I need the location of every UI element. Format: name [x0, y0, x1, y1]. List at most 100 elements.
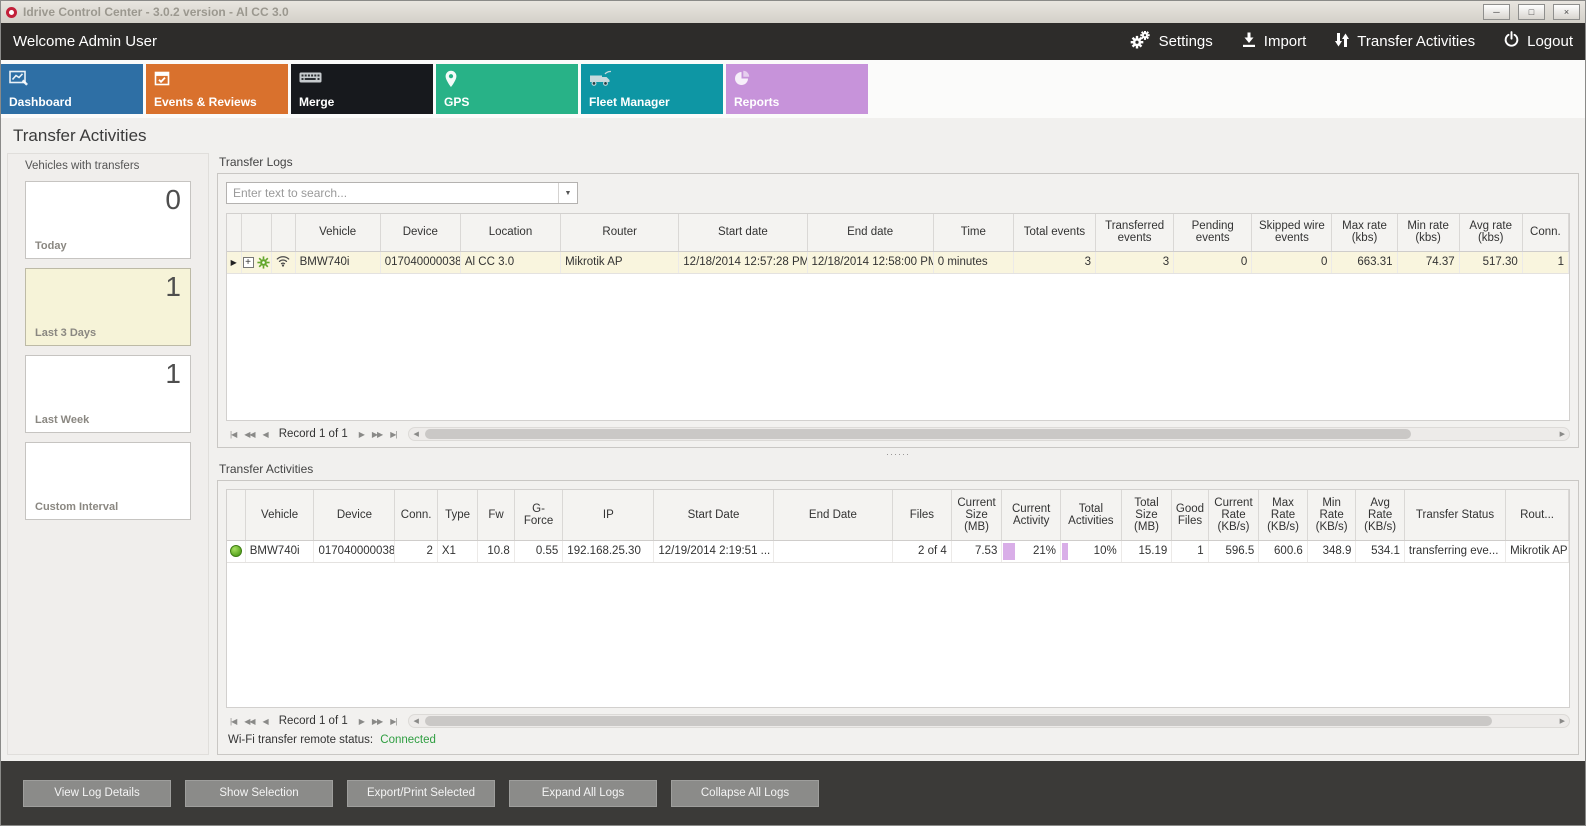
logs-col-transferred-events[interactable]: Transferred events — [1096, 214, 1174, 251]
pager-prev-page-button[interactable]: ◀◀ — [240, 430, 258, 439]
scroll-right-icon[interactable]: ▶ — [1556, 430, 1569, 438]
logs-col-vehicle[interactable]: Vehicle — [295, 214, 380, 251]
tile-gps[interactable]: GPS — [436, 64, 578, 114]
pager-prev-button[interactable]: ◀ — [259, 430, 272, 439]
logs-col-min-rate[interactable]: Min rate (kbs) — [1397, 214, 1459, 251]
act-col-current-rate[interactable]: Current Rate (KB/s) — [1208, 490, 1259, 540]
tile-events-reviews[interactable]: Events & Reviews — [146, 64, 288, 114]
act-col-type[interactable]: Type — [437, 490, 477, 540]
logout-button[interactable]: Logout — [1503, 31, 1573, 52]
logs-table-row[interactable]: ▶ + BMW740i 017040000038 Al CC 3.0 — [227, 251, 1569, 273]
maximize-button[interactable]: □ — [1518, 4, 1545, 20]
activities-horizontal-scrollbar[interactable]: ◀ ▶ — [408, 714, 1570, 728]
logs-horizontal-scrollbar[interactable]: ◀ ▶ — [408, 427, 1570, 441]
card-custom-interval[interactable]: Custom Interval — [25, 442, 191, 520]
tile-label: Merge — [299, 95, 334, 109]
logs-col-indicator — [227, 214, 241, 251]
cell-conn: 2 — [395, 540, 437, 562]
pager-last-button[interactable]: ▶| — [386, 430, 400, 439]
logs-col-start-date[interactable]: Start date — [679, 214, 807, 251]
logs-col-max-rate[interactable]: Max rate (kbs) — [1332, 214, 1397, 251]
act-col-total-activities[interactable]: Total Activities — [1061, 490, 1122, 540]
activities-table-row[interactable]: BMW740i 017040000038 2 X1 10.8 0.55 192.… — [227, 540, 1569, 562]
act-col-max-rate[interactable]: Max Rate (KB/s) — [1259, 490, 1308, 540]
pager-first-button[interactable]: |◀ — [226, 717, 240, 726]
close-button[interactable]: × — [1553, 4, 1580, 20]
act-col-transfer-status[interactable]: Transfer Status — [1404, 490, 1505, 540]
activities-header-row: Vehicle Device Conn. Type Fw G-Force IP … — [227, 490, 1569, 540]
pager-next-button[interactable]: ▶ — [355, 430, 368, 439]
act-col-vehicle[interactable]: Vehicle — [245, 490, 314, 540]
cell-files: 2 of 4 — [893, 540, 952, 562]
page-title: Transfer Activities — [1, 118, 1585, 151]
act-col-conn[interactable]: Conn. — [395, 490, 437, 540]
act-col-fw[interactable]: Fw — [478, 490, 514, 540]
pager-next-page-button[interactable]: ▶▶ — [368, 717, 386, 726]
activities-scrollbar-thumb[interactable] — [425, 716, 1492, 726]
act-col-ip[interactable]: IP — [563, 490, 654, 540]
scroll-left-icon[interactable]: ◀ — [409, 430, 422, 438]
transfer-activities-button[interactable]: Transfer Activities — [1334, 32, 1475, 52]
app-logo-icon — [6, 7, 17, 18]
tile-fleet-manager[interactable]: Fleet Manager — [581, 64, 723, 114]
merge-keyboard-icon — [299, 70, 322, 88]
export-print-selected-button[interactable]: Export/Print Selected — [347, 780, 495, 807]
cell-pending-events: 0 — [1174, 251, 1252, 273]
search-input[interactable] — [227, 186, 558, 200]
logs-col-location[interactable]: Location — [460, 214, 560, 251]
tile-reports[interactable]: Reports — [726, 64, 868, 114]
expand-plus-icon[interactable]: + — [243, 257, 254, 268]
act-col-gforce[interactable]: G-Force — [514, 490, 563, 540]
act-col-good-files[interactable]: Good Files — [1172, 490, 1208, 540]
minimize-button[interactable]: ─ — [1483, 4, 1510, 20]
view-log-details-button[interactable]: View Log Details — [23, 780, 171, 807]
pager-prev-button[interactable]: ◀ — [259, 717, 272, 726]
logs-col-avg-rate[interactable]: Avg rate (kbs) — [1459, 214, 1522, 251]
transfer-activities-label: Transfer Activities — [1357, 33, 1475, 50]
logs-col-router[interactable]: Router — [561, 214, 679, 251]
scroll-right-icon[interactable]: ▶ — [1556, 717, 1569, 725]
tile-merge[interactable]: Merge — [291, 64, 433, 114]
cell-avg-rate: 517.30 — [1459, 251, 1522, 273]
act-col-device[interactable]: Device — [314, 490, 395, 540]
panel-splitter[interactable]: ······ — [217, 448, 1579, 460]
cell-transfer-status: transferring eve... — [1404, 540, 1505, 562]
pager-prev-page-button[interactable]: ◀◀ — [240, 717, 258, 726]
card-last-week[interactable]: 1 Last Week — [25, 355, 191, 433]
card-today[interactable]: 0 Today — [25, 181, 191, 259]
pager-next-page-button[interactable]: ▶▶ — [368, 430, 386, 439]
logs-col-total-events[interactable]: Total events — [1013, 214, 1095, 251]
act-col-end-date[interactable]: End Date — [773, 490, 892, 540]
pager-last-button[interactable]: ▶| — [386, 717, 400, 726]
act-col-avg-rate[interactable]: Avg Rate (KB/s) — [1356, 490, 1405, 540]
act-col-total-size[interactable]: Total Size (MB) — [1121, 490, 1172, 540]
pager-next-button[interactable]: ▶ — [355, 717, 368, 726]
act-col-current-activity[interactable]: Current Activity — [1002, 490, 1061, 540]
pager-first-button[interactable]: |◀ — [226, 430, 240, 439]
expand-all-logs-button[interactable]: Expand All Logs — [509, 780, 657, 807]
cell-router: Mikrotik AP — [561, 251, 679, 273]
search-combo: ▼ — [226, 182, 578, 204]
cell-time: 0 minutes — [933, 251, 1013, 273]
logs-col-end-date[interactable]: End date — [807, 214, 933, 251]
act-col-files[interactable]: Files — [893, 490, 952, 540]
logs-col-skipped-wire-events[interactable]: Skipped wire events — [1252, 214, 1332, 251]
show-selection-button[interactable]: Show Selection — [185, 780, 333, 807]
act-col-current-size[interactable]: Current Size (MB) — [951, 490, 1002, 540]
scroll-left-icon[interactable]: ◀ — [409, 717, 422, 725]
logs-col-conn[interactable]: Conn. — [1522, 214, 1568, 251]
search-dropdown-button[interactable]: ▼ — [558, 183, 577, 203]
act-col-start-date[interactable]: Start Date — [654, 490, 773, 540]
act-col-min-rate[interactable]: Min Rate (KB/s) — [1307, 490, 1356, 540]
logs-col-pending-events[interactable]: Pending events — [1174, 214, 1252, 251]
tile-dashboard[interactable]: Dashboard — [1, 64, 143, 114]
act-col-router[interactable]: Rout... — [1506, 490, 1569, 540]
card-last-3-days[interactable]: 1 Last 3 Days — [25, 268, 191, 346]
import-button[interactable]: Import — [1241, 32, 1307, 52]
logs-col-time[interactable]: Time — [933, 214, 1013, 251]
logs-col-device[interactable]: Device — [380, 214, 460, 251]
settings-button[interactable]: Settings — [1130, 31, 1213, 53]
collapse-all-logs-button[interactable]: Collapse All Logs — [671, 780, 819, 807]
logs-scrollbar-thumb[interactable] — [425, 429, 1411, 439]
cell-transferred-events: 3 — [1096, 251, 1174, 273]
